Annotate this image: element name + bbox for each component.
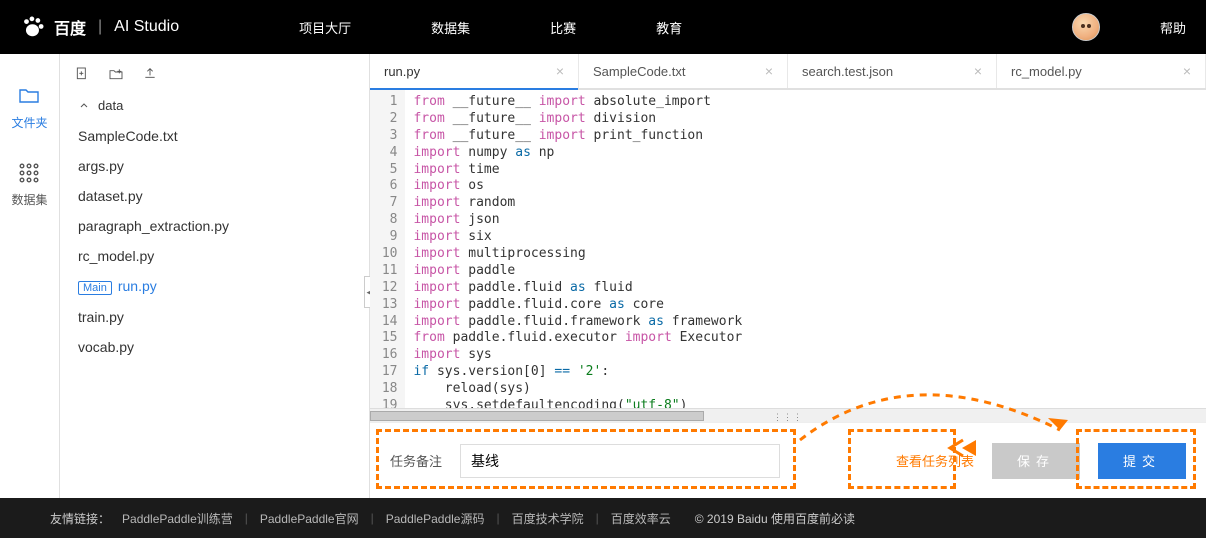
code-lines[interactable]: from __future__ import absolute_importfr… [405,90,1206,408]
tab-run[interactable]: run.py × [370,54,579,88]
tab-rc-model[interactable]: rc_model.py × [997,54,1206,88]
tab-label: run.py [384,64,420,79]
rail-label-files: 文件夹 [11,114,47,131]
main-badge: Main [78,281,112,295]
close-icon[interactable]: × [765,63,773,79]
close-icon[interactable]: × [556,63,564,79]
brand-sub: AI Studio [114,18,179,36]
submit-button[interactable]: 提交 [1098,443,1186,479]
baidu-paw-icon [20,14,46,40]
upload-icon[interactable] [142,66,158,82]
tab-label: SampleCode.txt [593,64,686,79]
folder-data[interactable]: data [74,90,355,121]
folder-icon [17,84,41,108]
file-tree: data SampleCode.txt args.py dataset.py p… [60,54,370,498]
editor-area: ◀ run.py × SampleCode.txt × search.test.… [370,54,1206,498]
rail-item-files[interactable]: 文件夹 [11,84,47,131]
task-bar: 任务备注 查看任务列表 保存 提交 [370,422,1206,498]
brand-sep: | [98,18,102,36]
footer-lead: 友情链接： [50,510,110,527]
tab-search-json[interactable]: search.test.json × [788,54,997,88]
footer-copyright: © 2019 Baidu 使用百度前必读 [695,510,855,527]
left-rail: 文件夹 数据集 [0,54,60,498]
line-gutter: 1234567891011121314151617181920▾21222324 [370,90,405,408]
tab-label: search.test.json [802,64,893,79]
save-button[interactable]: 保存 [992,443,1080,479]
view-tasks-link[interactable]: 查看任务列表 [896,451,974,470]
file-args[interactable]: args.py [74,151,355,181]
logo-area[interactable]: 百度 | AI Studio [20,14,179,40]
close-icon[interactable]: × [1183,63,1191,79]
file-paragraph-extraction[interactable]: paragraph_extraction.py [74,211,355,241]
file-run-label: run.py [118,278,157,294]
horizontal-scrollbar[interactable]: ⋮⋮⋮ [370,408,1206,422]
file-run[interactable]: Main run.py [74,271,355,302]
footer: 友情链接： PaddlePaddle训练营| PaddlePaddle官网| P… [0,498,1206,538]
file-train[interactable]: train.py [74,302,355,332]
dataset-icon [17,161,41,185]
scrollbar-thumb[interactable] [370,411,704,421]
new-file-icon[interactable] [74,66,90,82]
editor-tabs: run.py × SampleCode.txt × search.test.js… [370,54,1206,90]
tab-label: rc_model.py [1011,64,1082,79]
top-nav: 百度 | AI Studio 项目大厅 数据集 比赛 教育 帮助 [0,0,1206,54]
avatar[interactable] [1072,13,1100,41]
file-vocab[interactable]: vocab.py [74,332,355,362]
task-note-input[interactable] [460,444,780,478]
brand-text: 百度 [54,15,86,39]
folder-label: data [98,98,123,113]
task-note-label: 任务备注 [390,451,442,470]
file-toolbar [60,54,369,90]
footer-link-training[interactable]: PaddlePaddle训练营 [122,510,233,527]
code-editor[interactable]: 1234567891011121314151617181920▾21222324… [370,90,1206,408]
file-dataset[interactable]: dataset.py [74,181,355,211]
file-rc-model[interactable]: rc_model.py [74,241,355,271]
nav-link-projects[interactable]: 项目大厅 [299,18,351,37]
chevron-down-icon [78,100,90,112]
tab-samplecode[interactable]: SampleCode.txt × [579,54,788,88]
footer-link-academy[interactable]: 百度技术学院 [512,510,584,527]
help-link[interactable]: 帮助 [1160,18,1186,37]
nav-links: 项目大厅 数据集 比赛 教育 [299,18,682,37]
footer-link-official[interactable]: PaddlePaddle官网 [260,510,359,527]
footer-link-source[interactable]: PaddlePaddle源码 [386,510,485,527]
footer-link-efficiency[interactable]: 百度效率云 [611,510,671,527]
file-samplecode[interactable]: SampleCode.txt [74,121,355,151]
file-list: data SampleCode.txt args.py dataset.py p… [60,90,369,362]
new-folder-icon[interactable] [108,66,124,82]
rail-item-datasets[interactable]: 数据集 [11,161,47,208]
nav-link-competitions[interactable]: 比赛 [550,18,576,37]
nav-link-datasets[interactable]: 数据集 [431,18,470,37]
rail-label-datasets: 数据集 [11,191,47,208]
close-icon[interactable]: × [974,63,982,79]
nav-link-education[interactable]: 教育 [656,18,682,37]
